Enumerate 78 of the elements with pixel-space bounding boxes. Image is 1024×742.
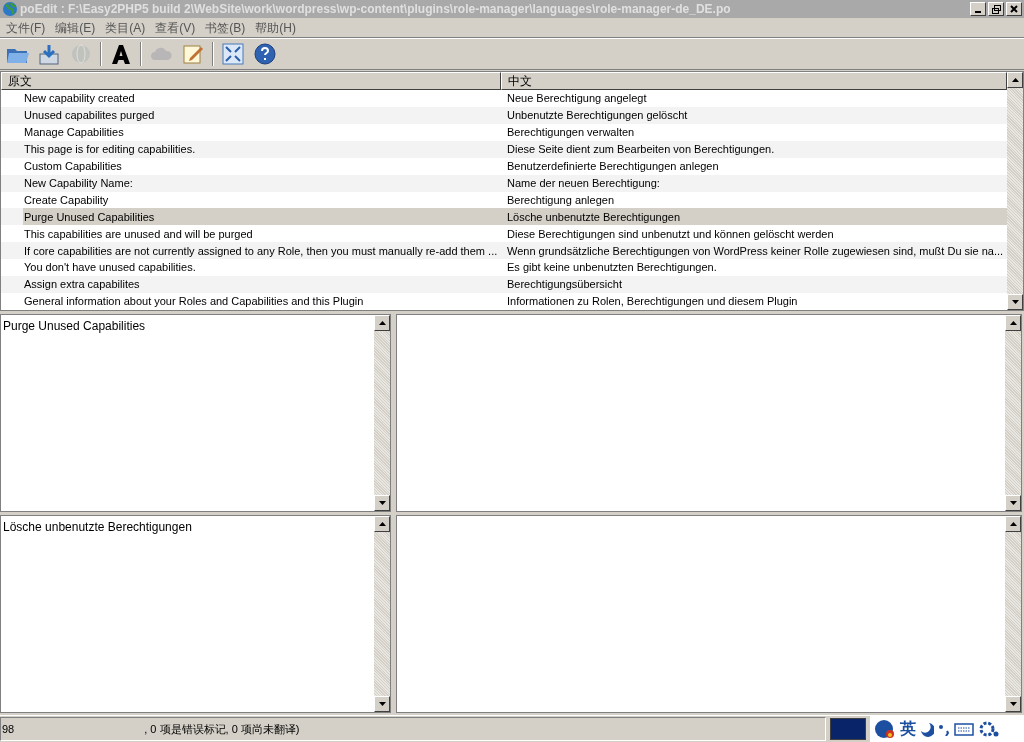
table-cell-text: This capabilities are unused and will be purged: [23, 226, 254, 242]
scrollbar[interactable]: [374, 315, 390, 511]
table-cell-text: Name der neuen Berechtigung:: [506, 175, 660, 191]
table-row[interactable]: This capabilities are unused and will be purged Diese Berechtigungen sind unbenutzt und können gelöscht werden: [23, 225, 1007, 243]
status-text: 98: [2, 721, 15, 737]
table-cell-text: Diese Seite dient zum Bearbeiten von Berechtigungen.: [506, 141, 775, 157]
table-cell-text: If core capabilities are not currently assigned to any Role, then you must manually re-add them ...: [23, 243, 499, 259]
table-cell-text: Unbenutzte Berechtigungen gelöscht: [506, 108, 688, 124]
restore-icon: [991, 4, 1001, 14]
table-cell-text: Benutzerdefinierte Berechtigungen anlegen: [506, 158, 719, 174]
table-cell-text: Berechtigung anlegen: [506, 192, 615, 208]
menu-item[interactable]: 类目(A): [101, 18, 150, 37]
download-tray-icon[interactable]: [37, 42, 61, 66]
scroll-down-icon[interactable]: [378, 501, 386, 505]
restore-button[interactable]: [988, 2, 1004, 16]
scroll-up-icon[interactable]: [378, 321, 386, 325]
scroll-up-icon[interactable]: [1009, 321, 1017, 325]
ime-logo-icon[interactable]: [874, 719, 896, 739]
help-icon[interactable]: [253, 42, 277, 66]
notepad-pencil-icon[interactable]: [181, 42, 205, 66]
scrollbar[interactable]: [1007, 72, 1023, 310]
scrollbar[interactable]: [374, 516, 390, 712]
table-cell-text: Purge Unused Capabilities: [23, 209, 156, 225]
menu-item[interactable]: 编辑(E): [51, 18, 100, 37]
table-row[interactable]: Create Capability Berechtigung anlegen: [23, 191, 1007, 209]
table-cell-text: Berechtigungen verwalten: [506, 125, 635, 141]
punctuation-icon[interactable]: [938, 722, 950, 736]
table-cell-text: Custom Capabilities: [23, 158, 123, 174]
table-row[interactable]: Purge Unused Capabilities Lösche unbenutzte Berechtigungen: [23, 208, 1007, 226]
table-cell-text: New Capability Name:: [23, 175, 134, 191]
table-cell-text: Diese Berechtigungen sind unbenutzt und können gelöscht werden: [506, 226, 834, 242]
column-header[interactable]: 原文: [1, 72, 501, 90]
scroll-down-icon[interactable]: [1009, 501, 1017, 505]
table-cell-text: Berechtigungsübersicht: [506, 277, 622, 293]
moon-icon[interactable]: [920, 721, 934, 737]
table-cell-text: Es gibt keine unbenutzten Berechtigungen.: [506, 260, 717, 276]
table-cell-text: General information about your Roles and Capabilities and this Plugin: [23, 294, 365, 310]
font-icon[interactable]: [109, 42, 133, 66]
table-cell-text: Informationen zu Rolen, Berechtigungen und diesem Plugin: [506, 294, 798, 310]
table-cell-text: Lösche unbenutzte Berechtigungen: [506, 209, 681, 225]
table-row[interactable]: New capability created Neue Berechtigung angelegt: [23, 90, 1007, 107]
keyboard-icon[interactable]: [954, 722, 974, 736]
scroll-down-icon[interactable]: [378, 702, 386, 706]
table-cell-text: You don't have unused capabilities.: [23, 260, 197, 276]
table-cell-text: Wenn grundsätzliche Berechtigungen von WordPress keiner Rolle zugewiesen sind, mußt Du sie na...: [506, 243, 1004, 259]
scrollbar[interactable]: [1005, 315, 1021, 511]
language-indicator[interactable]: 英: [900, 717, 916, 741]
table-cell-text: Assign extra capabilites: [23, 277, 141, 293]
table-row[interactable]: General information about your Roles and Capabilities and this Plugin Informationen zu Rolen, Berechtigungen und diesem Plugin: [23, 293, 1007, 310]
table-cell-text: Unused capabilites purged: [23, 108, 156, 124]
table-cell-text: Neue Berechtigung angelegt: [506, 91, 647, 107]
table-row[interactable]: Manage Capabilities Berechtigungen verwalten: [23, 123, 1007, 141]
scroll-down-icon[interactable]: [1011, 300, 1019, 304]
fullscreen-icon[interactable]: [221, 42, 245, 66]
column-header[interactable]: 中文: [501, 72, 1007, 90]
menu-item[interactable]: 帮助(H): [251, 18, 300, 37]
settings-icon[interactable]: [978, 720, 1000, 738]
table-row[interactable]: Custom Capabilities Benutzerdefinierte Berechtigungen anlegen: [23, 157, 1007, 175]
menu-item[interactable]: 文件(F): [2, 18, 50, 37]
minimize-icon: [975, 11, 981, 13]
scroll-up-icon[interactable]: [1009, 522, 1017, 526]
table-cell-text: This page is for editing capabilities.: [23, 141, 197, 157]
scroll-up-icon[interactable]: [1011, 78, 1019, 82]
scroll-up-icon[interactable]: [378, 522, 386, 526]
minimize-button[interactable]: [970, 2, 986, 16]
table-cell-text: New capability created: [23, 91, 136, 107]
table-row[interactable]: You don't have unused capabilities. Es gibt keine unbenutzten Berechtigungen.: [23, 259, 1007, 277]
globe-icon: [2, 1, 18, 17]
menu-item[interactable]: 书签(B): [201, 18, 250, 37]
close-button[interactable]: [1006, 2, 1022, 16]
scrollbar[interactable]: [1005, 516, 1021, 712]
table-cell-text: Manage Capabilities: [23, 125, 125, 141]
status-panel: [830, 718, 866, 740]
menu-item[interactable]: 查看(V): [151, 18, 200, 37]
status-text: , 0 项是错误标记, 0 项尚未翻译): [144, 721, 300, 737]
close-icon: [1010, 5, 1018, 13]
table-cell-text: Create Capability: [23, 192, 110, 208]
scroll-down-icon[interactable]: [1009, 702, 1017, 706]
